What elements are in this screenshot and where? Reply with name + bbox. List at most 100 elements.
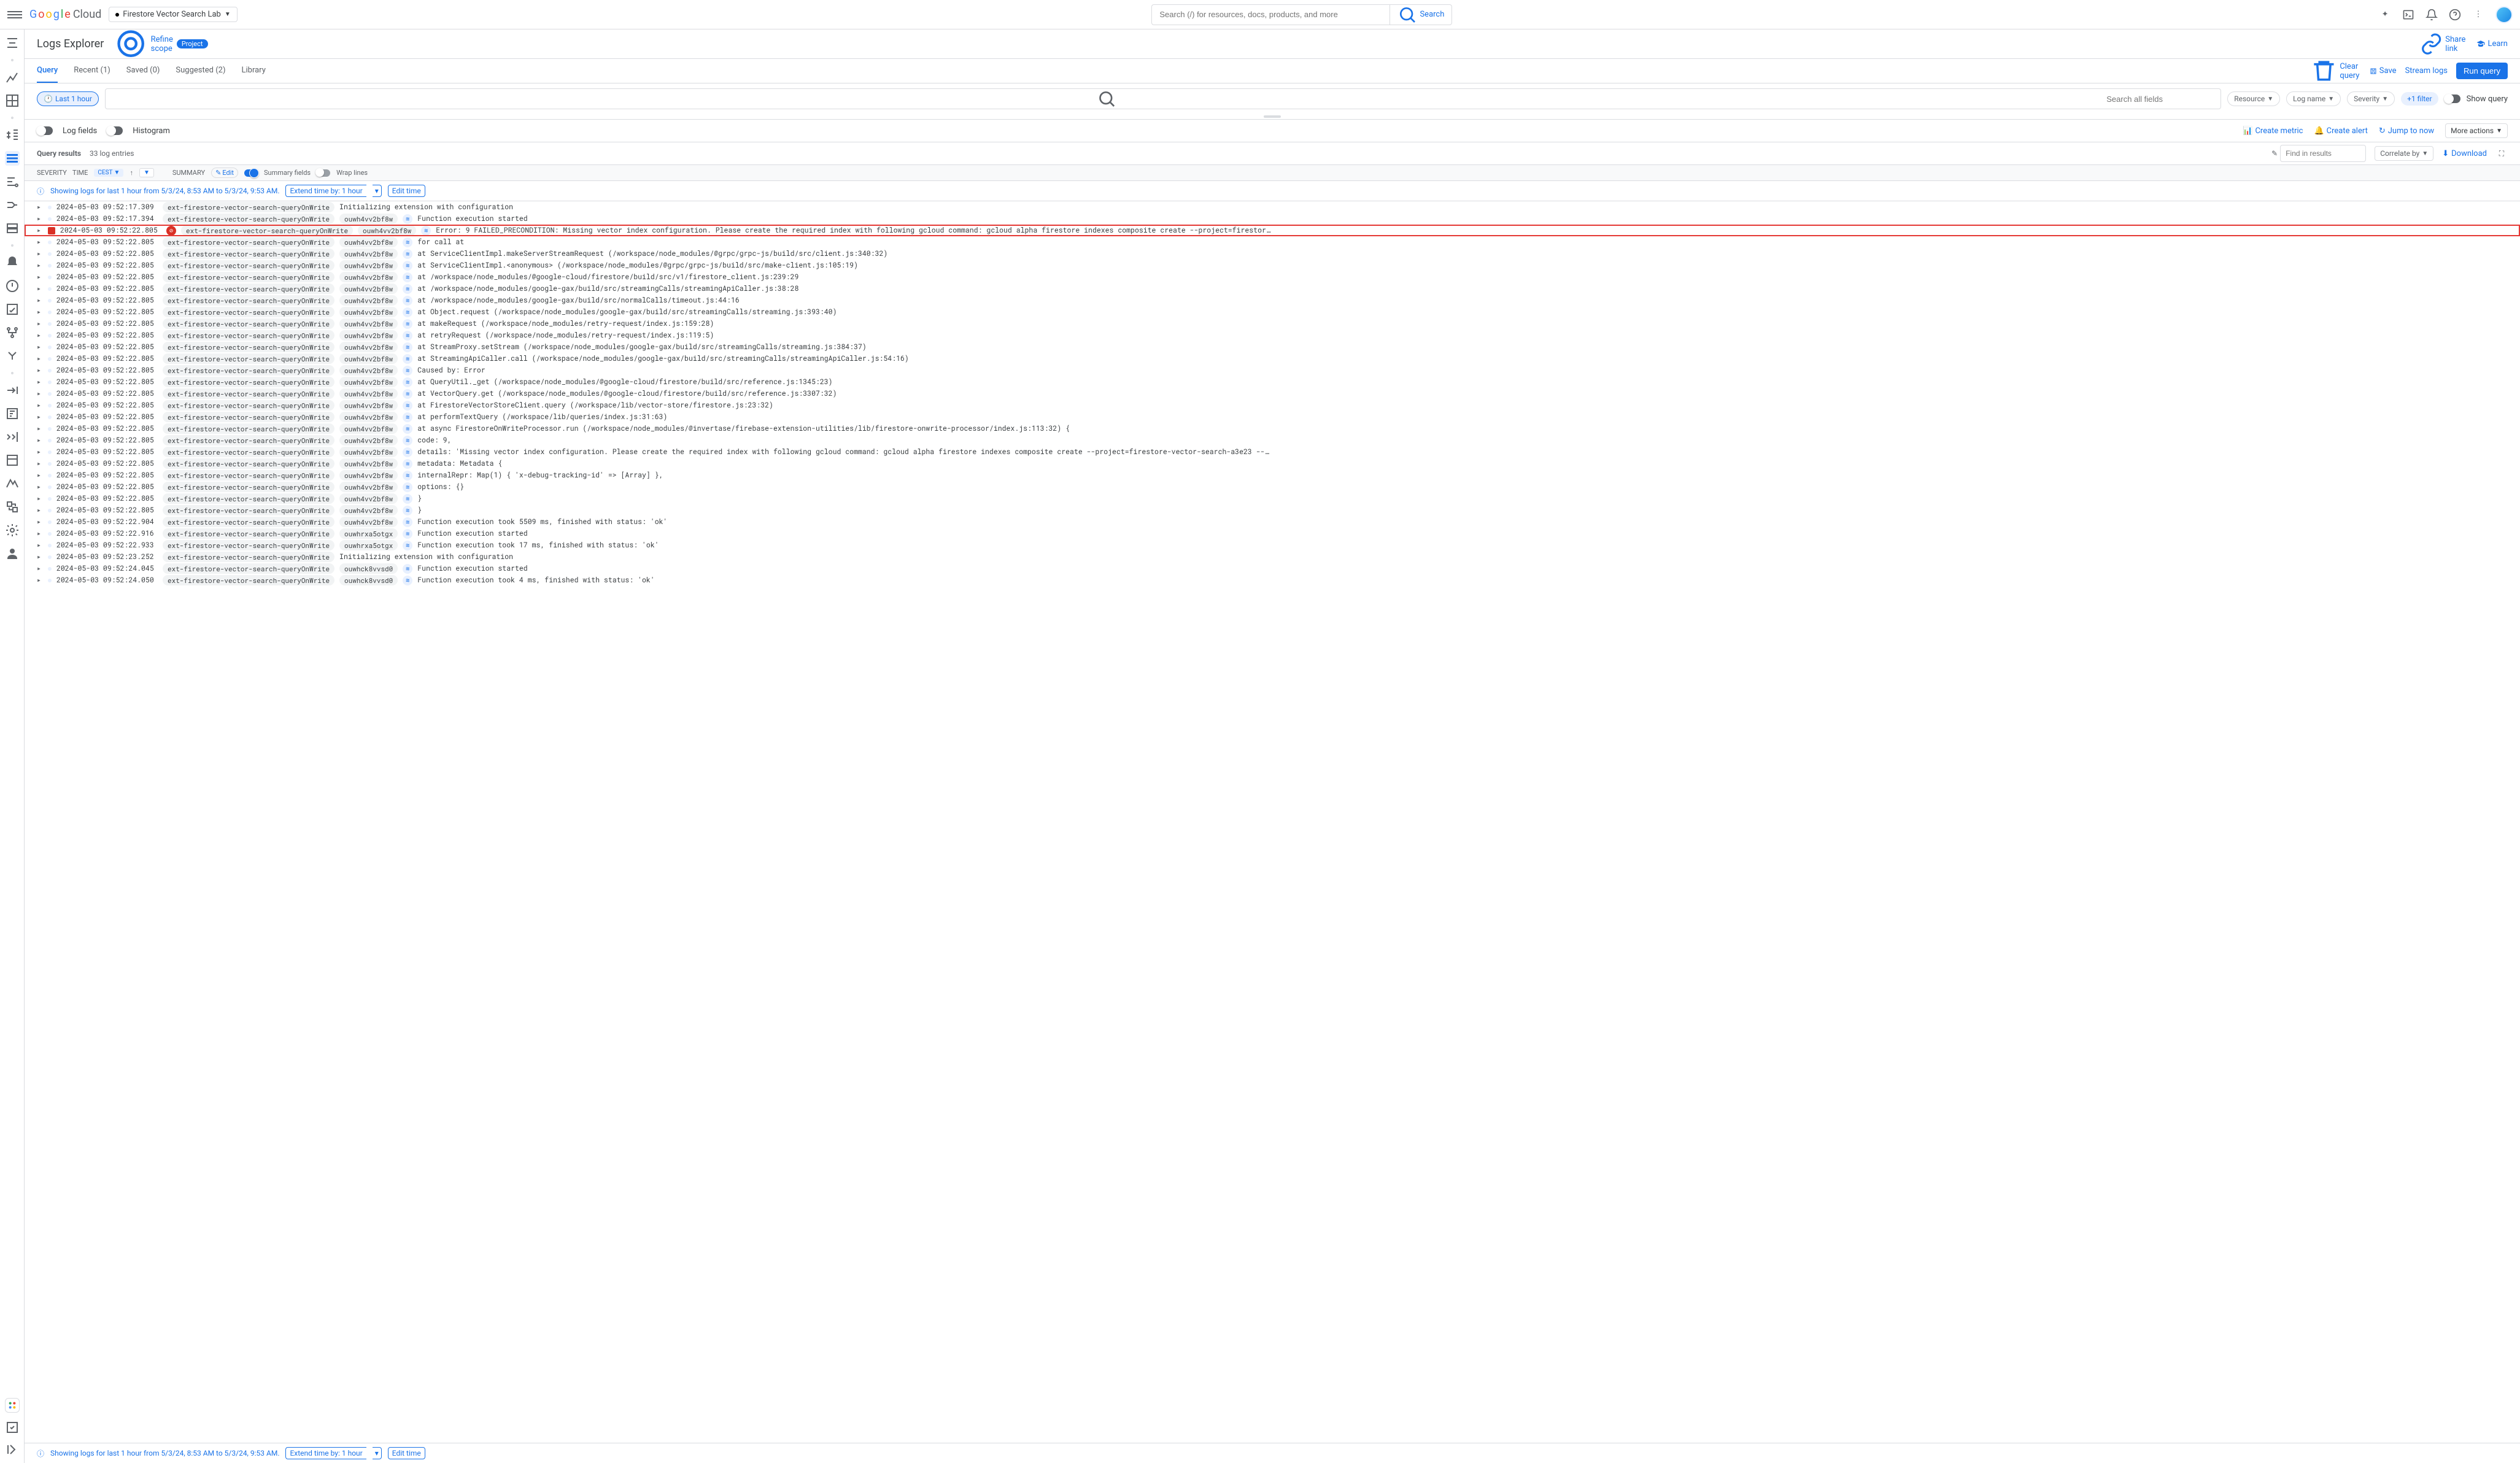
rail-integrations-icon[interactable] — [5, 500, 20, 514]
log-chip[interactable]: ouwh4vv2bf8w — [339, 307, 398, 317]
expand-icon[interactable]: ▸ — [37, 319, 43, 328]
trace-icon[interactable]: ≋ — [403, 506, 412, 515]
expand-icon[interactable]: ▸ — [37, 436, 43, 445]
log-chip[interactable]: ouwh4vv2bf8w — [339, 423, 398, 434]
log-chip[interactable]: ouwh4vv2bf8w — [339, 517, 398, 527]
rail-settings-icon[interactable] — [5, 523, 20, 538]
log-chip[interactable]: ext-firestore-vector-search-queryOnWrite — [163, 202, 334, 212]
log-chip[interactable]: ouwh4vv2bf8w — [339, 470, 398, 481]
log-row[interactable]: ▸2024-05-03 09:52:22.805ext-firestore-ve… — [25, 353, 2520, 365]
expand-icon[interactable]: ▸ — [37, 237, 43, 247]
log-row[interactable]: ▸2024-05-03 09:52:22.904ext-firestore-ve… — [25, 516, 2520, 528]
log-chip[interactable]: ouwh4vv2bf8w — [339, 482, 398, 492]
timerange-pill[interactable]: 🕐 Last 1 hour — [37, 91, 99, 106]
log-chip[interactable]: ext-firestore-vector-search-queryOnWrite — [163, 423, 334, 434]
plus-filter[interactable]: +1 filter — [2401, 92, 2438, 106]
rail-arrow-icon[interactable] — [5, 383, 20, 398]
log-chip[interactable]: ouwh4vv2bf8w — [339, 388, 398, 399]
rail-logs-explorer-icon[interactable] — [5, 151, 20, 166]
trace-icon[interactable]: ≋ — [403, 576, 412, 585]
expand-icon[interactable]: ▸ — [37, 226, 43, 235]
log-row[interactable]: ▸2024-05-03 09:52:22.805ext-firestore-ve… — [25, 330, 2520, 341]
log-row[interactable]: ▸2024-05-03 09:52:22.805ext-firestore-ve… — [25, 376, 2520, 388]
trace-icon[interactable]: ≋ — [403, 424, 412, 434]
log-chip[interactable]: ext-firestore-vector-search-queryOnWrite — [163, 412, 334, 422]
log-chip[interactable]: ext-firestore-vector-search-queryOnWrite — [163, 517, 334, 527]
expand-icon[interactable]: ▸ — [37, 412, 43, 422]
log-chip[interactable]: ouwh4vv2bf8w — [339, 318, 398, 329]
log-chip[interactable]: ouwh4vv2bf8w — [339, 249, 398, 259]
log-chip[interactable]: ext-firestore-vector-search-queryOnWrite — [163, 400, 334, 411]
nav-menu-button[interactable] — [7, 7, 22, 22]
trace-icon[interactable]: ≋ — [403, 284, 412, 294]
share-link[interactable]: Share link — [2420, 33, 2465, 55]
expand-icon[interactable]: ▸ — [37, 203, 43, 212]
log-chip[interactable]: ouwh4vv2bf8w — [339, 505, 398, 515]
log-chip[interactable]: ext-firestore-vector-search-queryOnWrite — [163, 388, 334, 399]
save-query[interactable]: Save — [2370, 66, 2397, 75]
log-chip[interactable]: ext-firestore-vector-search-queryOnWrite — [163, 470, 334, 481]
log-chip[interactable]: ext-firestore-vector-search-queryOnWrite — [163, 377, 334, 387]
resource-filter[interactable]: Resource ▼ — [2227, 91, 2280, 106]
trace-icon[interactable]: ≋ — [403, 541, 412, 550]
tab-query[interactable]: Query — [37, 59, 58, 83]
log-row[interactable]: ▸2024-05-03 09:52:22.916ext-firestore-ve… — [25, 528, 2520, 539]
rail-slo-icon[interactable] — [5, 325, 20, 340]
trace-icon[interactable]: ≋ — [403, 307, 412, 317]
cloud-shell-icon[interactable] — [2402, 9, 2414, 21]
log-row[interactable]: ▸2024-05-03 09:52:22.933ext-firestore-ve… — [25, 539, 2520, 551]
log-chip[interactable]: ext-firestore-vector-search-queryOnWrite — [163, 552, 334, 562]
expand-icon[interactable]: ▸ — [37, 331, 43, 340]
log-row[interactable]: ▸2024-05-03 09:52:22.805ext-firestore-ve… — [25, 423, 2520, 434]
log-chip[interactable]: ext-firestore-vector-search-queryOnWrite — [163, 307, 334, 317]
log-chip[interactable]: ext-firestore-vector-search-queryOnWrite — [163, 342, 334, 352]
log-row[interactable]: ▸2024-05-03 09:52:22.805ext-firestore-ve… — [25, 388, 2520, 400]
trace-icon[interactable]: ≋ — [403, 214, 412, 224]
rail-storage-icon[interactable] — [5, 221, 20, 236]
severity-filter[interactable]: Severity ▼ — [2347, 91, 2395, 106]
trace-icon[interactable]: ≋ — [403, 377, 412, 387]
log-chip[interactable]: ext-firestore-vector-search-queryOnWrite — [163, 295, 334, 306]
search-button[interactable]: Search — [1389, 4, 1452, 25]
log-chip[interactable]: ouwh4vv2bf8w — [339, 284, 398, 294]
log-row[interactable]: ▸2024-05-03 09:52:22.805ext-firestore-ve… — [25, 295, 2520, 306]
correlate-dropdown[interactable]: Correlate by ▼ — [2375, 146, 2433, 161]
log-chip[interactable]: ouwh4vv2bf8w — [339, 365, 398, 376]
gemini-icon[interactable]: ✦ — [2379, 9, 2391, 21]
trace-icon[interactable]: ≋ — [403, 342, 412, 352]
resize-handle[interactable] — [25, 114, 2520, 119]
extend-dropdown[interactable]: ▾ — [373, 1447, 382, 1459]
trace-icon[interactable]: ≋ — [403, 237, 412, 247]
trace-icon[interactable]: ≋ — [403, 296, 412, 306]
rail-groups-icon[interactable] — [5, 453, 20, 468]
rail-managed-icon[interactable] — [5, 476, 20, 491]
showquery-toggle[interactable] — [2445, 95, 2460, 103]
log-chip[interactable]: ext-firestore-vector-search-queryOnWrite — [163, 318, 334, 329]
log-row[interactable]: ▸2024-05-03 09:52:22.805ext-firestore-ve… — [25, 400, 2520, 411]
rail-dashboard-icon[interactable] — [5, 93, 20, 108]
log-row[interactable]: ▸2024-05-03 09:52:22.805ext-firestore-ve… — [25, 306, 2520, 318]
expand-icon[interactable]: ▸ — [37, 354, 43, 363]
extend-time[interactable]: Extend time by: 1 hour — [285, 1447, 366, 1459]
trace-icon[interactable]: ≋ — [403, 366, 412, 376]
create-metric[interactable]: 📊 Create metric — [2243, 126, 2303, 136]
project-picker[interactable]: Firestore Vector Search Lab ▼ — [109, 7, 237, 22]
log-row[interactable]: ▸2024-05-03 09:52:17.309ext-firestore-ve… — [25, 201, 2520, 213]
log-chip[interactable]: ouwh4vv2bf8w — [339, 458, 398, 469]
expand-icon[interactable]: ▸ — [37, 482, 43, 492]
log-chip[interactable]: ext-firestore-vector-search-queryOnWrite — [163, 249, 334, 259]
rail-permissions-icon[interactable] — [5, 546, 20, 561]
log-row[interactable]: ▸2024-05-03 09:52:22.805ext-firestore-ve… — [25, 271, 2520, 283]
create-alert[interactable]: 🔔 Create alert — [2314, 126, 2367, 136]
log-row[interactable]: ▸2024-05-03 09:52:22.805ext-firestore-ve… — [25, 458, 2520, 469]
query-input[interactable] — [2106, 95, 2214, 104]
log-row[interactable]: ▸2024-05-03 09:52:22.805ext-firestore-ve… — [25, 236, 2520, 248]
expand-icon[interactable]: ▸ — [37, 389, 43, 398]
log-chip[interactable]: ext-firestore-vector-search-queryOnWrite — [163, 260, 334, 271]
expand-icon[interactable]: ▸ — [37, 307, 43, 317]
log-row[interactable]: ▸2024-05-03 09:52:22.805ext-firestore-ve… — [25, 318, 2520, 330]
trace-icon[interactable]: ≋ — [403, 494, 412, 504]
find-in-results[interactable] — [2280, 145, 2366, 162]
log-chip[interactable]: ouwh4vv2bf8w — [339, 260, 398, 271]
trace-icon[interactable]: ≋ — [403, 319, 412, 329]
